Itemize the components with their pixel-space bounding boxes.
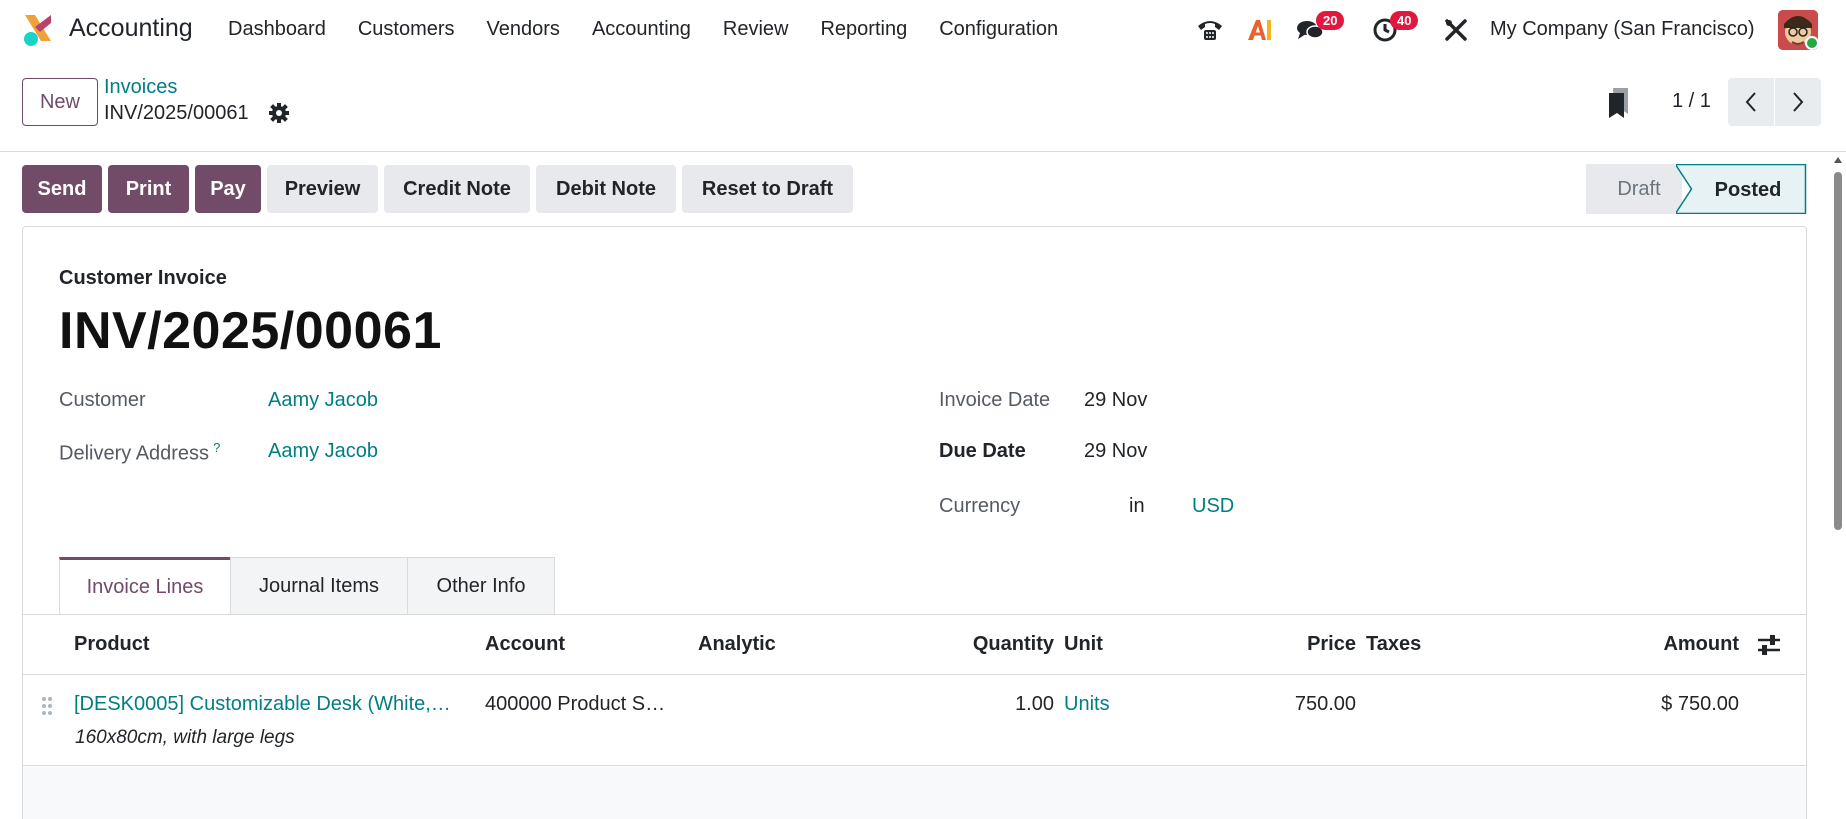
vertical-scrollbar[interactable] (1830, 152, 1846, 819)
delivery-address-label-text: Delivery Address (59, 442, 210, 465)
invoice-sheet: Customer Invoice INV/2025/00061 Customer… (22, 226, 1807, 819)
line-product[interactable]: [DESK0005] Customizable Desk (White,… (74, 693, 451, 716)
control-panel: New Invoices INV/2025/00061 1 / 1 (0, 60, 1846, 152)
notebook-tabs: Invoice Lines Journal Items Other Info (59, 557, 555, 615)
customer-label: Customer (59, 389, 146, 411)
phone-icon[interactable] (1190, 10, 1230, 50)
app-name[interactable]: Accounting (69, 14, 193, 43)
pager-value[interactable]: 1 / 1 (1672, 90, 1711, 113)
document-number: INV/2025/00061 (59, 302, 442, 360)
invoice-lines-header: Product Account Analytic Quantity Unit P… (23, 615, 1806, 675)
credit-note-button[interactable]: Credit Note (384, 165, 530, 213)
online-status-dot (1805, 36, 1819, 50)
new-button[interactable]: New (22, 78, 98, 126)
delivery-address-label: Delivery Address? (59, 440, 220, 466)
customer-field[interactable]: Aamy Jacob (268, 389, 378, 412)
status-posted[interactable]: Posted (1676, 164, 1846, 214)
status-posted-label: Posted (1715, 179, 1782, 201)
messages-badge: 20 (1316, 11, 1345, 30)
invoice-date-field[interactable]: 29 Nov (1084, 389, 1147, 412)
menu-dashboard[interactable]: Dashboard (228, 18, 326, 41)
column-unit[interactable]: Unit (1064, 633, 1103, 656)
document-type: Customer Invoice (59, 267, 227, 289)
bookmark-icon[interactable] (1606, 86, 1632, 120)
chevron-right-icon (1793, 92, 1804, 112)
column-account[interactable]: Account (485, 633, 565, 656)
column-settings-icon[interactable] (1756, 634, 1782, 656)
delivery-address-field[interactable]: Aamy Jacob (268, 440, 378, 463)
line-amount: $ 750.00 (1661, 693, 1739, 715)
accounting-app-icon[interactable] (21, 13, 55, 47)
pay-button[interactable]: Pay (195, 165, 261, 213)
currency-label: Currency (939, 495, 1021, 517)
due-date-label: Due Date (939, 440, 1026, 462)
tools-icon[interactable] (1436, 10, 1476, 50)
company-switcher[interactable]: My Company (San Francisco) (1490, 18, 1755, 41)
breadcrumb-current: INV/2025/00061 (104, 102, 249, 124)
column-product[interactable]: Product (74, 633, 150, 656)
scroll-up-icon[interactable] (1834, 156, 1842, 164)
ai-icon[interactable] (1240, 10, 1280, 50)
tab-invoice-lines[interactable]: Invoice Lines (59, 557, 231, 615)
menu-vendors[interactable]: Vendors (487, 18, 560, 41)
breadcrumb-invoices[interactable]: Invoices (104, 76, 177, 99)
scrollbar-thumb[interactable] (1834, 172, 1842, 530)
line-description[interactable]: 160x80cm, with large legs (75, 727, 295, 749)
column-amount[interactable]: Amount (1663, 633, 1739, 656)
reset-to-draft-button[interactable]: Reset to Draft (682, 165, 853, 213)
help-icon[interactable]: ? (213, 440, 220, 455)
invoice-date-label: Invoice Date (939, 389, 1051, 411)
currency-in-text: in (1129, 495, 1145, 517)
menu-customers[interactable]: Customers (358, 18, 455, 41)
menu-configuration[interactable]: Configuration (939, 18, 1058, 41)
line-price[interactable]: 750.00 (1295, 693, 1356, 716)
tab-other-info[interactable]: Other Info (407, 557, 555, 615)
pager-next-button[interactable] (1775, 78, 1821, 126)
line-quantity[interactable]: 1.00 (1015, 693, 1054, 716)
line-account[interactable]: 400000 Product S… (485, 693, 665, 716)
top-navbar: Accounting Dashboard Customers Vendors A… (0, 0, 1846, 60)
action-bar: Send Print Pay Preview Credit Note Debit… (0, 152, 1846, 226)
table-row[interactable]: [DESK0005] Customizable Desk (White,… 16… (23, 676, 1806, 766)
column-price[interactable]: Price (1307, 633, 1356, 656)
status-draft[interactable]: Draft (1586, 164, 1682, 214)
chevron-left-icon (1745, 92, 1756, 112)
column-taxes[interactable]: Taxes (1366, 633, 1421, 656)
debit-note-button[interactable]: Debit Note (536, 165, 676, 213)
send-button[interactable]: Send (22, 165, 102, 213)
preview-button[interactable]: Preview (267, 165, 378, 213)
menu-accounting[interactable]: Accounting (592, 18, 691, 41)
main-menu: Dashboard Customers Vendors Accounting R… (228, 18, 1090, 41)
menu-review[interactable]: Review (723, 18, 789, 41)
currency-field[interactable]: USD (1192, 495, 1234, 518)
due-date-field[interactable]: 29 Nov (1084, 440, 1147, 463)
drag-handle-icon[interactable] (40, 695, 54, 717)
column-quantity[interactable]: Quantity (973, 633, 1054, 656)
pager-previous-button[interactable] (1728, 78, 1774, 126)
column-analytic[interactable]: Analytic (698, 633, 776, 656)
activities-badge: 40 (1390, 11, 1419, 30)
tab-journal-items[interactable]: Journal Items (230, 557, 408, 615)
print-button[interactable]: Print (108, 165, 189, 213)
menu-reporting[interactable]: Reporting (820, 18, 907, 41)
gear-icon[interactable] (268, 102, 290, 124)
line-unit[interactable]: Units (1064, 693, 1110, 716)
table-footer-area (23, 767, 1806, 819)
